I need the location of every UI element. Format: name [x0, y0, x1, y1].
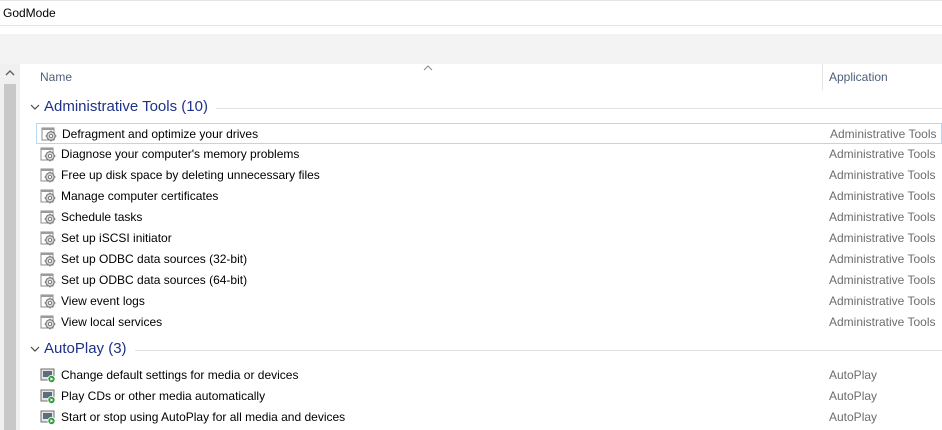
vertical-scrollbar[interactable]	[0, 64, 20, 430]
list-item[interactable]: Play CDs or other media automatically Aut…	[36, 386, 942, 407]
item-application: Administrative Tools	[830, 127, 937, 141]
chevron-down-icon[interactable]	[30, 346, 40, 353]
list-item[interactable]: View local services Administrative Tools	[36, 312, 942, 333]
group-header[interactable]: AutoPlay (3)	[20, 339, 942, 361]
group-title: Administrative Tools (10)	[44, 98, 208, 115]
item-application: AutoPlay	[829, 368, 878, 382]
list-item[interactable]: Free up disk space by deleting unnecessa…	[36, 165, 942, 186]
group-title: AutoPlay (3)	[44, 340, 127, 357]
list-item[interactable]: Start or stop using AutoPlay for all med…	[36, 407, 942, 428]
item-label: Start or stop using AutoPlay for all med…	[61, 410, 346, 424]
item-application: Administrative Tools	[829, 252, 936, 266]
item-application: Administrative Tools	[829, 315, 936, 329]
list-item[interactable]: Schedule tasks Administrative Tools	[36, 207, 942, 228]
item-label: Play CDs or other media automatically	[61, 389, 266, 403]
column-application-header[interactable]: Application	[829, 70, 888, 84]
scroll-thumb[interactable]	[4, 84, 16, 430]
list-item[interactable]: Set up iSCSI initiator Administrative Too…	[36, 228, 942, 249]
item-label: Change default settings for media or dev…	[61, 368, 299, 382]
item-label: Set up ODBC data sources (64-bit)	[61, 273, 248, 287]
list-item[interactable]: Manage computer certificates Administrati…	[36, 186, 942, 207]
item-application: Administrative Tools	[829, 210, 936, 224]
item-application: Administrative Tools	[829, 189, 936, 203]
item-label: Set up ODBC data sources (32-bit)	[61, 252, 248, 266]
toolbar-area	[0, 34, 942, 64]
title-bar: GodMode	[0, 0, 942, 26]
chevron-down-icon[interactable]	[30, 104, 40, 111]
sort-ascending-icon	[423, 65, 433, 71]
list-item[interactable]: Change default settings for media or dev…	[36, 365, 942, 386]
group-divider	[216, 108, 942, 109]
item-label: View event logs	[61, 294, 145, 308]
item-label: Schedule tasks	[61, 210, 143, 224]
item-label: Manage computer certificates	[61, 189, 219, 203]
group-divider	[135, 350, 942, 351]
item-application: Administrative Tools	[829, 168, 936, 182]
item-label: Set up iSCSI initiator	[61, 231, 172, 245]
list-item[interactable]: Set up ODBC data sources (32-bit) Adminis…	[36, 249, 942, 270]
item-label: View local services	[61, 315, 163, 329]
item-label: Defragment and optimize your drives	[62, 127, 259, 141]
group-header[interactable]: Administrative Tools (10)	[20, 97, 942, 119]
chevron-up-icon	[5, 70, 15, 76]
item-application: Administrative Tools	[829, 273, 936, 287]
list-item[interactable]: Set up ODBC data sources (64-bit) Adminis…	[36, 270, 942, 291]
window-title: GodMode	[3, 6, 56, 20]
item-application: Administrative Tools	[829, 294, 936, 308]
column-header: Name Application	[20, 64, 942, 90]
list-item[interactable]: Defragment and optimize your drives Admin…	[36, 123, 942, 144]
item-application: AutoPlay	[829, 389, 878, 403]
list-item[interactable]: Diagnose your computer's memory problems…	[36, 144, 942, 165]
item-application: AutoPlay	[829, 410, 878, 424]
item-application: Administrative Tools	[829, 147, 936, 161]
scroll-up-button[interactable]	[0, 64, 20, 82]
item-application: Administrative Tools	[829, 231, 936, 245]
list-item[interactable]: View event logs Administrative Tools	[36, 291, 942, 312]
column-name-header[interactable]: Name	[40, 70, 72, 84]
column-divider[interactable]	[822, 64, 823, 90]
item-label: Free up disk space by deleting unnecessa…	[61, 168, 320, 182]
item-label: Diagnose your computer's memory problems	[61, 147, 300, 161]
